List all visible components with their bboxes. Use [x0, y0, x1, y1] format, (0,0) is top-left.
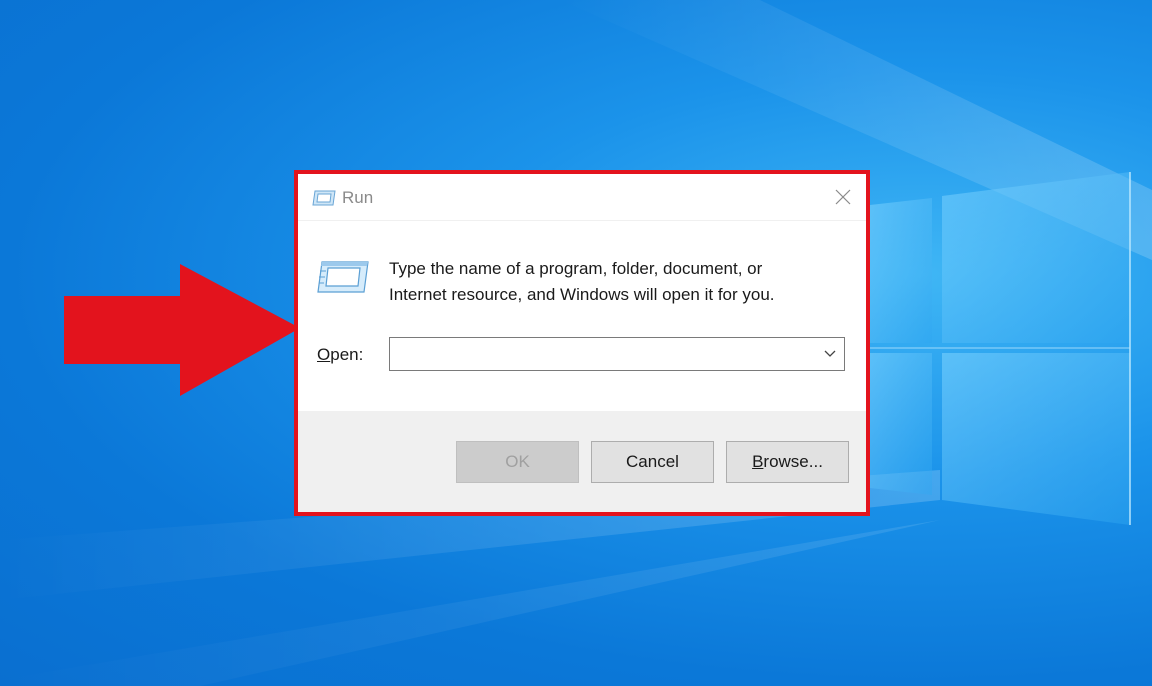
open-input[interactable]	[394, 341, 818, 369]
title-bar[interactable]: Run	[298, 174, 866, 221]
ok-button[interactable]: OK	[456, 441, 579, 483]
run-large-icon	[317, 261, 369, 293]
browse-accelerator: B	[752, 452, 764, 471]
cancel-button[interactable]: Cancel	[591, 441, 714, 483]
open-combobox[interactable]	[389, 337, 845, 371]
browse-button[interactable]: Browse...	[726, 441, 849, 483]
close-icon	[835, 189, 851, 205]
open-label-accelerator: O	[317, 345, 331, 364]
open-label: Open:	[317, 345, 363, 365]
description-line-2: Internet resource, and Windows will open…	[389, 285, 775, 304]
description-line-1: Type the name of a program, folder, docu…	[389, 259, 763, 278]
run-dialog: Run Type the name of a program, folder, …	[298, 174, 866, 512]
red-arrow-icon	[64, 264, 300, 396]
highlight-frame: Run Type the name of a program, folder, …	[294, 170, 870, 516]
chevron-down-icon	[824, 350, 836, 357]
run-icon	[312, 190, 336, 206]
button-bar: OK Cancel Browse...	[298, 411, 866, 512]
dialog-title: Run	[342, 188, 374, 207]
dropdown-button[interactable]	[816, 338, 844, 370]
description-text: Type the name of a program, folder, docu…	[389, 256, 849, 308]
close-button[interactable]	[820, 174, 866, 220]
content-area: Type the name of a program, folder, docu…	[298, 221, 866, 411]
desktop: Run Type the name of a program, folder, …	[0, 0, 1152, 686]
browse-label: rowse...	[763, 452, 823, 471]
open-label-text: pen:	[330, 345, 364, 364]
